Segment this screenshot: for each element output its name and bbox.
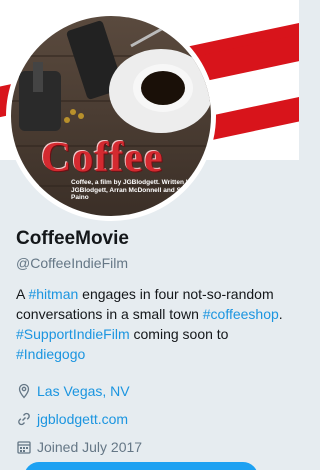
follow-button[interactable] xyxy=(24,462,258,470)
avatar-credit: Coffee, a film by JGBlodgett. Written by… xyxy=(71,179,196,201)
hashtag-link[interactable]: #SupportIndieFilm xyxy=(16,326,130,342)
profile-card: CoffeeMovie @CoffeeIndieFilm A #hitman e… xyxy=(16,228,292,456)
hashtag-link[interactable]: #coffeeshop xyxy=(203,306,279,322)
user-handle[interactable]: @CoffeeIndieFilm xyxy=(16,255,292,271)
bio-text: coming soon to xyxy=(129,326,229,342)
hashtag-link[interactable]: #Indiegogo xyxy=(16,346,85,362)
joined-date: Joined July 2017 xyxy=(37,438,143,455)
website-row: jgblodgett.com xyxy=(16,409,292,428)
avatar-title: Coffee xyxy=(41,135,164,181)
location-link[interactable]: Las Vegas, NV xyxy=(37,383,130,399)
display-name[interactable]: CoffeeMovie xyxy=(16,228,292,250)
joined-row: Joined July 2017 xyxy=(16,437,292,456)
bio-text: . xyxy=(278,306,283,322)
website-link[interactable]: jgblodgett.com xyxy=(37,411,128,427)
location-row: Las Vegas, NV xyxy=(16,381,292,400)
profile-bio: A #hitman engages in four not-so-random … xyxy=(16,284,292,364)
link-icon xyxy=(18,412,30,425)
location-pin-icon xyxy=(18,383,30,399)
calendar-icon xyxy=(17,440,31,454)
hashtag-link[interactable]: #hitman xyxy=(28,286,78,302)
profile-avatar[interactable]: Coffee Coffee, a film by JGBlodgett. Wri… xyxy=(6,11,216,221)
bio-text: A xyxy=(16,286,29,302)
